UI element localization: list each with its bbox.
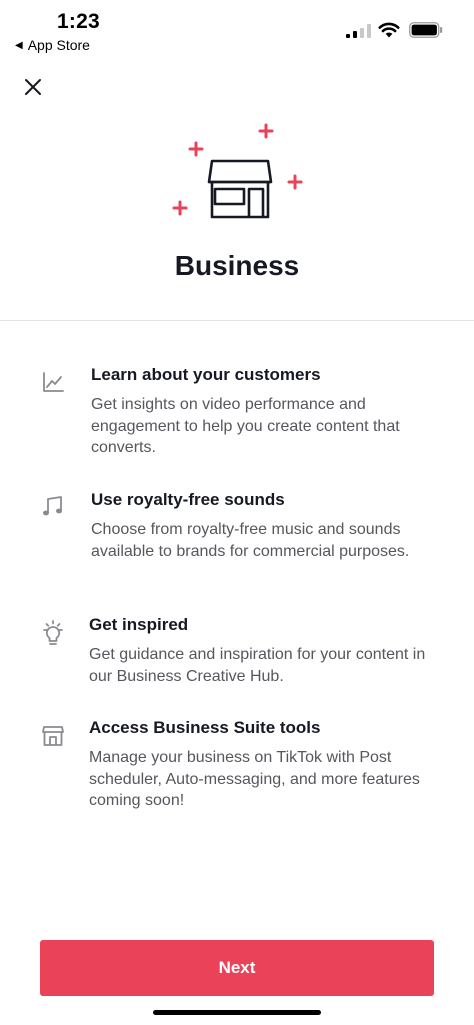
chart-icon <box>43 372 64 392</box>
battery-icon <box>409 22 443 38</box>
cellular-signal-icon <box>346 24 371 38</box>
feature-title: Access Business Suite tools <box>89 718 321 737</box>
feature-description: Choose from royalty-free music and sound… <box>91 521 410 560</box>
music-note-icon <box>43 496 62 516</box>
wifi-icon <box>378 22 400 38</box>
lightbulb-icon <box>43 620 63 645</box>
home-indicator <box>153 1010 321 1015</box>
back-to-app-link[interactable]: ◀ App Store <box>15 37 90 53</box>
feature-description: Get guidance and inspiration for your co… <box>89 646 426 685</box>
back-triangle-icon: ◀ <box>15 39 23 51</box>
store-icon <box>42 726 64 746</box>
feature-title: Learn about your customers <box>91 365 321 384</box>
close-icon[interactable] <box>20 74 46 100</box>
status-bar: 1:23 ◀ App Store <box>0 0 474 60</box>
feature-title: Get inspired <box>89 615 189 634</box>
storefront-icon <box>172 123 303 219</box>
header-divider <box>0 320 474 321</box>
feature-title: Use royalty-free sounds <box>91 490 285 509</box>
next-button[interactable]: Next <box>40 940 434 996</box>
page-title: Business <box>174 250 300 281</box>
status-time: 1:23 <box>57 10 100 33</box>
feature-description: Get insights on video performance and en… <box>91 396 400 456</box>
back-app-label: App Store <box>27 37 90 53</box>
plus-sparkle-icon <box>172 123 303 216</box>
feature-description: Manage your business on TikTok with Post… <box>89 749 420 809</box>
